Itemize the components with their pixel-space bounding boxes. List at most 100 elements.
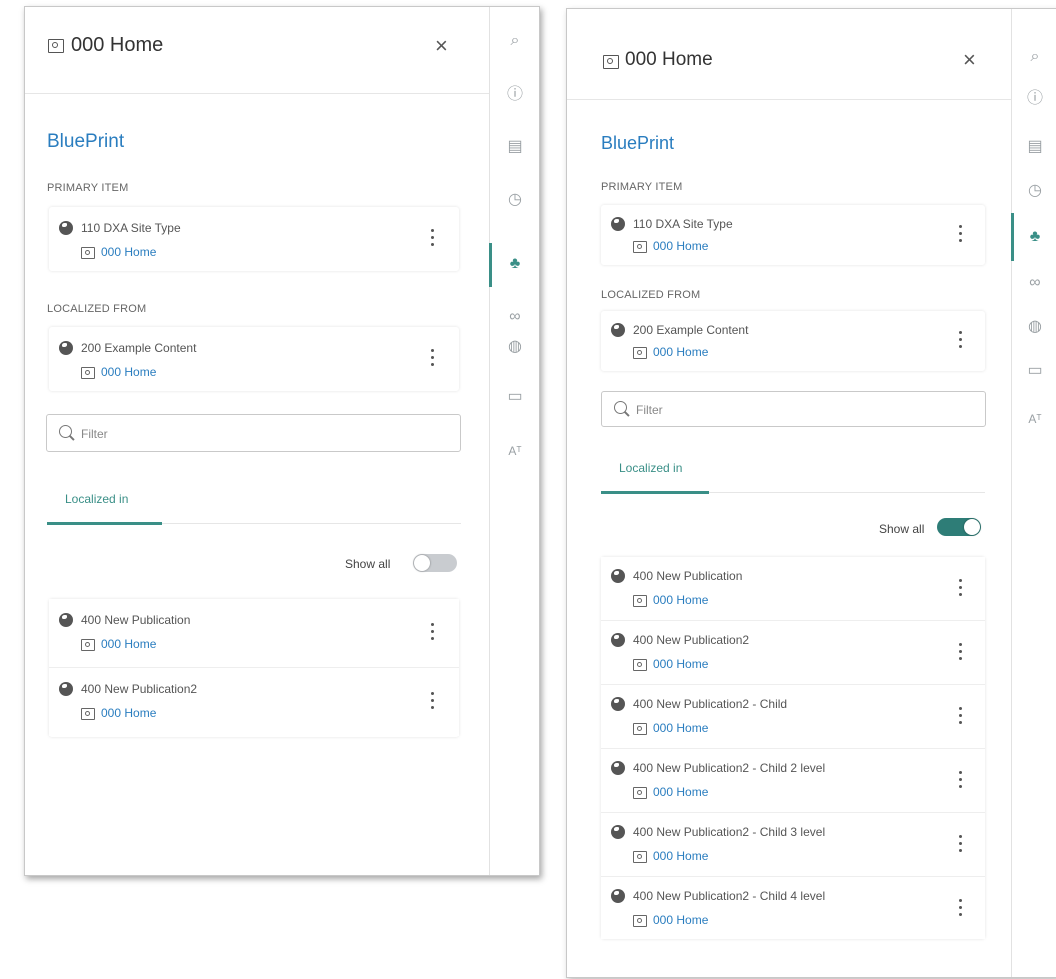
blueprint-icon[interactable]: ♣ [490,254,539,274]
page-link[interactable]: 000 Home [101,706,156,720]
more-options-icon[interactable] [429,692,435,712]
search-icon[interactable]: ⌕ [1012,47,1056,67]
info-icon[interactable]: ⓘ [490,85,539,105]
page-icon [81,708,95,720]
page-link[interactable]: 000 Home [101,365,156,379]
document-icon[interactable]: ▤ [1012,137,1056,157]
globe-icon [611,889,625,903]
globe-icon [611,825,625,839]
page-link[interactable]: 000 Home [653,657,708,671]
more-options-icon[interactable] [429,229,435,249]
page-link[interactable]: 000 Home [653,593,708,607]
document-icon[interactable]: ▤ [490,137,539,157]
search-icon [614,401,627,414]
info-icon[interactable]: ⓘ [1012,89,1056,109]
panel-content: 000 Home × BluePrint PRIMARY ITEM 110 DX… [25,7,489,875]
history-icon[interactable]: ◷ [1012,181,1056,201]
show-all-label: Show all [879,522,925,536]
page-title: 000 Home [625,49,713,70]
publication-name: 400 New Publication2 - Child 4 level [633,889,826,903]
list-item[interactable]: 400 New Publication2 000 Home [49,668,459,736]
panel-header: 000 Home × [567,9,1011,100]
publication-name: 400 New Publication [633,569,743,583]
publication-name: 110 DXA Site Type [81,221,181,235]
list-item[interactable]: 400 New Publication 000 Home [601,557,985,620]
page-link[interactable]: 000 Home [653,785,708,799]
more-options-icon[interactable] [957,899,963,919]
more-options-icon[interactable] [957,771,963,791]
close-icon[interactable]: × [963,49,976,71]
publication-name: 400 New Publication2 [81,682,198,696]
page-link[interactable]: 000 Home [653,239,708,253]
page-icon [633,241,647,253]
tab-localized-in[interactable]: Localized in [65,492,128,506]
localized-from-label: LOCALIZED FROM [601,289,701,301]
more-options-icon[interactable] [429,349,435,369]
show-all-toggle[interactable] [937,518,981,536]
more-options-icon[interactable] [957,835,963,855]
translate-icon[interactable]: Aᵀ [1012,409,1056,429]
page-link[interactable]: 000 Home [653,849,708,863]
search-icon [59,425,72,438]
globe-icon [611,217,625,231]
window-icon[interactable]: ▭ [490,387,539,407]
page-link[interactable]: 000 Home [653,913,708,927]
glasses-icon[interactable]: ∞ [490,307,539,327]
filter-input[interactable]: Filter [46,414,461,452]
more-options-icon[interactable] [957,707,963,727]
more-options-icon[interactable] [957,331,963,351]
page-icon [633,595,647,607]
page-title: 000 Home [71,34,164,56]
page-link[interactable]: 000 Home [653,345,708,359]
close-icon[interactable]: × [435,35,448,57]
more-options-icon[interactable] [429,623,435,643]
window-icon[interactable]: ▭ [1012,361,1056,381]
page-icon [603,55,619,69]
publication-name: 110 DXA Site Type [633,217,733,231]
globe-icon [611,633,625,647]
publication-name: 400 New Publication [81,613,191,627]
globe-icon [611,569,625,583]
publish-icon[interactable]: ◍ [1012,317,1056,337]
filter-input[interactable]: Filter [601,391,986,427]
page-icon [633,347,647,359]
globe-icon [59,341,73,355]
primary-item-card: 110 DXA Site Type 000 Home [601,205,985,265]
translate-icon[interactable]: Aᵀ [490,441,539,461]
page-link[interactable]: 000 Home [653,721,708,735]
more-options-icon[interactable] [957,643,963,663]
blueprint-panel-right: 000 Home × BluePrint PRIMARY ITEM 110 DX… [566,8,1056,978]
globe-icon [59,613,73,627]
more-options-icon[interactable] [957,225,963,245]
page-icon [633,659,647,671]
page-icon [81,367,95,379]
blueprint-icon[interactable]: ♣ [1012,227,1056,247]
filter-placeholder: Filter [81,427,108,441]
list-item[interactable]: 400 New Publication2 - Child 000 Home [601,685,985,748]
more-options-icon[interactable] [957,579,963,599]
tab-active-indicator [601,491,709,494]
search-icon[interactable]: ⌕ [490,31,539,51]
history-icon[interactable]: ◷ [490,190,539,210]
globe-icon [59,682,73,696]
list-item[interactable]: 400 New Publication2 - Child 3 level 000… [601,813,985,876]
glasses-icon[interactable]: ∞ [1012,273,1056,293]
primary-item-card: 110 DXA Site Type 000 Home [49,207,459,271]
localized-list: 400 New Publication 000 Home 400 New Pub… [49,599,459,737]
list-item[interactable]: 400 New Publication 000 Home [49,599,459,667]
tab-localized-in[interactable]: Localized in [619,461,682,475]
page-link[interactable]: 000 Home [101,245,156,259]
list-item[interactable]: 400 New Publication2 - Child 2 level 000… [601,749,985,812]
section-title: BluePrint [601,133,675,153]
side-rail: ⌕ ⓘ ▤ ◷ ♣ ∞ ◍ ▭ Aᵀ [1011,9,1056,977]
globe-icon [59,221,73,235]
page-link[interactable]: 000 Home [101,637,156,651]
panel-header: 000 Home × [25,7,489,94]
side-rail: ⌕ ⓘ ▤ ◷ ♣ ∞ ◍ ▭ Aᵀ [489,7,539,875]
primary-item-label: PRIMARY ITEM [47,182,129,194]
globe-icon [611,761,625,775]
list-item[interactable]: 400 New Publication2 000 Home [601,621,985,684]
show-all-toggle[interactable] [413,554,457,572]
list-item[interactable]: 400 New Publication2 - Child 4 level 000… [601,877,985,939]
publish-icon[interactable]: ◍ [490,337,539,357]
